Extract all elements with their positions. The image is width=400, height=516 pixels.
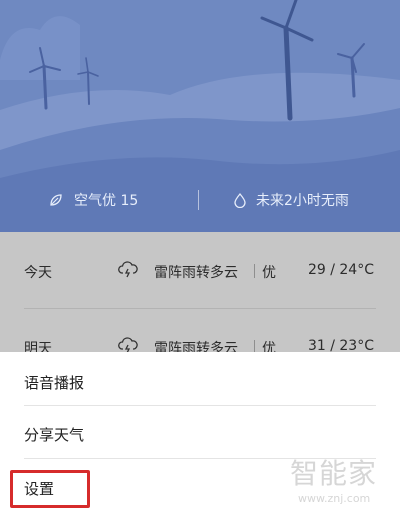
weather-hero: 空气优 15 未来2小时无雨 (0, 0, 400, 232)
forecast-divider (24, 308, 376, 309)
menu-item-label: 语音播报 (24, 374, 85, 392)
thunderstorm-icon (118, 261, 138, 278)
settings-highlight-box (10, 470, 90, 508)
watermark-url: www.znj.com (298, 492, 371, 505)
menu-item-label: 分享天气 (24, 426, 85, 444)
forecast-temperature: 29 / 24°C (307, 262, 374, 278)
forecast-condition: 雷阵雨转多云 (154, 265, 238, 281)
site-watermark: 智能家 www.znj.com (278, 452, 398, 512)
water-drop-icon (234, 192, 246, 208)
menu-item-voice-broadcast[interactable]: 语音播报 (0, 356, 400, 408)
forecast-list: 今天 雷阵雨转多云 优 29 / 24°C 明天 雷阵雨转多云 优 31 / 2… (0, 232, 400, 357)
air-quality-text: 空气优 15 (74, 193, 139, 209)
watermark-logo: 智能家 (290, 457, 378, 490)
rain-forecast-text: 未来2小时无雨 (256, 193, 349, 209)
weather-screen: 空气优 15 未来2小时无雨 今天 雷阵雨转多云 优 29 / 24°C 明天 … (0, 0, 400, 516)
divider (198, 190, 199, 210)
menu-divider (24, 405, 376, 406)
forecast-day: 今天 (24, 265, 52, 281)
forecast-row-today[interactable]: 今天 雷阵雨转多云 优 29 / 24°C (0, 242, 400, 300)
air-quality[interactable]: 空气优 15 (48, 190, 138, 210)
separator (254, 264, 255, 278)
leaf-icon (50, 194, 62, 206)
rain-forecast[interactable]: 未来2小时无雨 (232, 190, 349, 210)
air-and-rain-row: 空气优 15 未来2小时无雨 (0, 182, 400, 218)
forecast-aqi: 优 (262, 265, 276, 281)
